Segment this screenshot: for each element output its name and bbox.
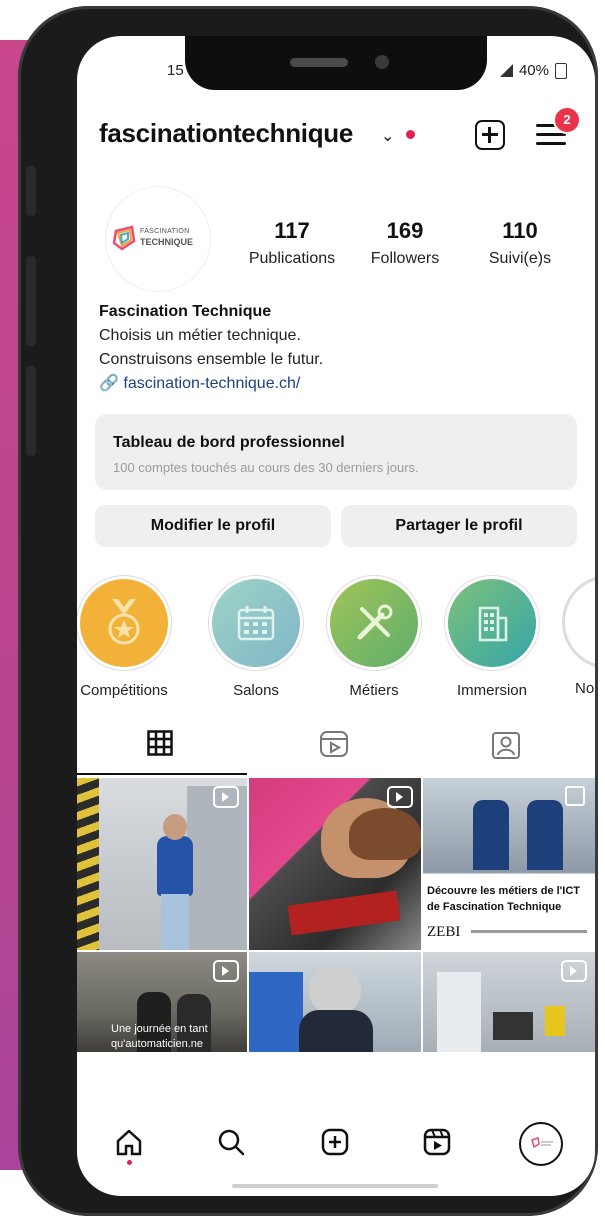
logo-text: FASCINATION	[140, 228, 190, 235]
signal-icon	[499, 64, 513, 77]
display-name: Fascination Technique	[99, 303, 272, 320]
link-icon: 🔗	[99, 375, 119, 392]
post-thumbnail[interactable]: Découvre les métiers de l'ICT de Fascina…	[423, 778, 595, 950]
profile-tabs	[77, 724, 595, 770]
dashboard-title: Tableau de bord professionnel	[113, 434, 345, 451]
phone-side-button	[26, 166, 36, 216]
tab-reels[interactable]	[319, 730, 349, 760]
battery-icon	[555, 62, 567, 79]
highlight-salons[interactable]: Salons	[209, 576, 303, 699]
calendar-icon	[209, 576, 303, 670]
building-icon	[445, 576, 539, 670]
highlight-immersion[interactable]: Immersion	[445, 576, 539, 699]
post-thumbnail[interactable]	[249, 778, 421, 950]
status-bar-right: 40%	[499, 62, 567, 79]
highlight-metiers[interactable]: Métiers	[327, 576, 421, 699]
active-dot	[127, 1160, 132, 1165]
stat-label: Followers	[370, 250, 440, 267]
bio-line: Construisons ensemble le futur.	[99, 351, 324, 368]
search-icon	[218, 1129, 245, 1156]
post-thumbnail[interactable]	[77, 778, 247, 950]
dashboard-subtitle: 100 comptes touchés au cours des 30 dern…	[113, 460, 419, 475]
home-icon	[116, 1129, 142, 1156]
profile-avatar-icon	[531, 1137, 553, 1149]
highlight-label: Compétitions	[80, 682, 168, 699]
phone-side-button	[26, 256, 36, 346]
stat-label: Publications	[248, 250, 336, 267]
home-indicator	[232, 1184, 438, 1188]
nav-create[interactable]	[321, 1128, 351, 1158]
person-head	[309, 966, 361, 1016]
post-thumbnail[interactable]: Une journée en tant qu'automaticien.ne	[77, 952, 247, 1052]
post-thumbnail[interactable]	[423, 952, 595, 1052]
status-time: 15	[167, 62, 184, 79]
chevron-down-icon[interactable]: ⌄	[381, 126, 394, 146]
nav-reels[interactable]	[423, 1128, 453, 1158]
bottom-nav	[77, 1106, 595, 1176]
highlight-competitions[interactable]: Compétitions	[77, 576, 171, 699]
highlight-label: Salons	[233, 682, 279, 699]
phone-side-button	[26, 366, 36, 456]
post-caption: qu'automaticien.ne	[111, 1038, 203, 1050]
person-figure	[527, 800, 563, 870]
post-caption: de Fascination Technique	[427, 901, 562, 913]
tab-tagged[interactable]	[491, 730, 521, 760]
fascination-technique-logo: FASCINATION TECHNIQUE	[112, 223, 204, 253]
stat-value: 169	[386, 218, 424, 243]
stat-following[interactable]: 110 Suivi(e)s	[475, 218, 565, 268]
highlight-new[interactable]: No	[563, 576, 595, 697]
profile-header: fascinationtechnique ⌄ 2	[99, 106, 581, 156]
person-figure	[473, 800, 509, 870]
reels-icon	[320, 731, 348, 757]
highlight-label: No	[575, 680, 595, 697]
post-caption: Une journée en tant	[111, 1023, 208, 1035]
avatar[interactable]: FASCINATION TECHNIQUE	[105, 186, 211, 292]
tools-icon	[327, 576, 421, 670]
edit-profile-button[interactable]: Modifier le profil	[95, 505, 331, 547]
stat-value: 117	[274, 218, 310, 243]
notification-dot	[406, 130, 415, 139]
battery-percent: 40%	[518, 62, 549, 79]
grid-icon	[147, 730, 173, 756]
reels-icon	[423, 1128, 451, 1156]
menu-badge: 2	[553, 106, 581, 134]
website-link[interactable]: 🔗 fascination-technique.ch/	[99, 372, 323, 396]
active-tab-indicator	[77, 773, 247, 775]
camera-notch	[185, 36, 487, 90]
new-highlight-circle	[563, 576, 595, 668]
post-thumbnail[interactable]	[249, 952, 421, 1052]
highlight-label: Immersion	[456, 682, 527, 699]
reel-icon	[213, 786, 239, 808]
reel-icon	[387, 786, 413, 808]
logo-text: TECHNIQUE	[140, 237, 194, 247]
professional-dashboard[interactable]: Tableau de bord professionnel 100 compte…	[95, 414, 577, 490]
stat-followers[interactable]: 169 Followers	[355, 218, 455, 268]
profile-bio: Fascination Technique Choisis un métier …	[99, 300, 323, 396]
bio-line: Choisis un métier technique.	[99, 327, 301, 344]
nav-home[interactable]	[115, 1128, 145, 1165]
tagged-person-icon	[492, 732, 520, 759]
plus-square-icon	[321, 1128, 349, 1156]
phone-frame: 15 40% fascinationtechnique ⌄ 2 FASCINAT…	[18, 6, 598, 1216]
person-figure	[157, 836, 193, 896]
stat-value: 110	[502, 218, 538, 243]
nav-profile[interactable]	[519, 1122, 563, 1166]
stat-label: Suivi(e)s	[488, 250, 552, 267]
reel-icon	[213, 960, 239, 982]
carousel-icon	[565, 786, 585, 806]
account-switcher[interactable]: fascinationtechnique	[99, 118, 353, 149]
reel-icon	[561, 960, 587, 982]
website-link-text: fascination-technique.ch/	[123, 375, 301, 392]
create-post-button[interactable]	[475, 120, 505, 150]
highlight-label: Métiers	[349, 682, 399, 699]
share-profile-button[interactable]: Partager le profil	[341, 505, 577, 547]
post-brand: ZEBI	[427, 924, 461, 940]
medal-icon	[77, 576, 171, 670]
nav-search[interactable]	[217, 1128, 247, 1158]
stat-publications[interactable]: 117 Publications	[237, 218, 347, 268]
app-screen: 15 40% fascinationtechnique ⌄ 2 FASCINAT…	[77, 36, 595, 1196]
post-caption: Découvre les métiers de l'ICT	[427, 885, 581, 897]
tab-grid[interactable]	[147, 730, 175, 758]
